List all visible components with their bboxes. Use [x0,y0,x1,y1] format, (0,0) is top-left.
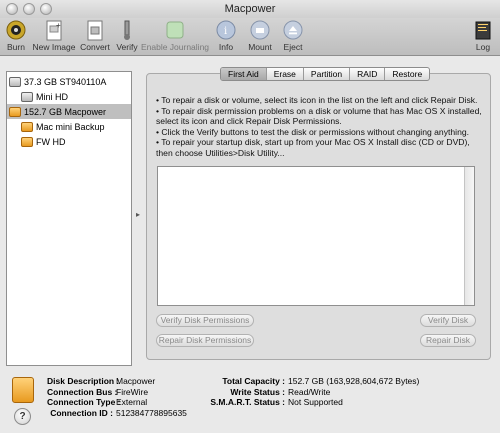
volume-item-label: Mini HD [36,91,69,102]
info-row: Connection Bus : FireWire [47,387,187,398]
instruction-line: • To repair disk permission problems on … [156,105,482,127]
log-label: Log [475,42,491,52]
burn-button[interactable]: Burn [2,19,30,52]
new-image-icon: + [43,19,65,41]
volume-item-fw-hd[interactable]: FW HD [7,134,131,149]
disk-item-st940110a[interactable]: 37.3 GB ST940110A [7,74,131,89]
info-label: Connection Type : [47,397,121,407]
splitter-handle-icon[interactable]: ▸ [136,210,140,219]
mount-button[interactable]: Mount [247,19,273,52]
info-label: Connection ID : [50,407,113,418]
disk-info-right: Total Capacity : 152.7 GB (163,928,604,6… [197,376,419,408]
mount-icon [249,19,271,41]
instruction-line: • To repair a disk or volume, select its… [156,95,478,105]
log-scrollbar[interactable] [464,167,474,305]
burn-icon [5,19,27,41]
info-value: 512384778895635 [116,407,187,418]
log-icon [472,19,494,41]
volume-icon [21,91,33,102]
info-value: External [116,397,148,407]
info-row: Write Status : Read/Write [197,387,419,398]
window-title: Macpower [224,3,276,15]
disk-item-label: 37.3 GB ST940110A [24,76,107,87]
verify-disk-permissions-button[interactable]: Verify Disk Permissions [156,314,254,327]
tab-restore[interactable]: Restore [385,68,429,80]
info-label: Connection Bus : [47,386,118,397]
enable-journaling-label: Enable Journaling [140,42,210,52]
new-image-button[interactable]: + New Image [32,19,76,52]
verify-label: Verify [116,42,138,52]
disk-utility-window: Macpower Burn + New Image Convert Verify [0,0,500,433]
new-image-label: New Image [32,42,76,52]
mount-label: Mount [248,42,272,52]
svg-text:+: + [56,21,61,30]
verify-icon [116,19,138,41]
disk-list[interactable]: 37.3 GB ST940110A Mini HD 152.7 GB Macpo… [6,71,132,366]
info-value: FireWire [116,386,149,397]
info-label: Disk Description : [47,376,120,386]
info-label: Info [218,42,234,52]
info-value: 152.7 GB (163,928,604,672 Bytes) [288,376,420,386]
volume-item-label: FW HD [36,136,66,147]
info-row: Connection Type : External [47,397,187,408]
internal-disk-icon [9,76,21,87]
info-value: Macpower [116,376,156,386]
instruction-line: • Click the Verify buttons to test the d… [156,126,470,137]
info-icon: i [215,19,237,41]
selected-disk-icon [12,377,34,403]
firewire-disk-icon [9,106,21,117]
info-value: Read/Write [288,386,331,397]
burn-label: Burn [7,42,25,52]
verify-disk-button[interactable]: Verify Disk [420,314,476,327]
toolbar: Burn + New Image Convert Verify Enable J… [0,18,500,56]
volume-item-mini-hd[interactable]: Mini HD [7,89,131,104]
tab-first-aid[interactable]: First Aid [221,68,267,80]
disk-item-macpower[interactable]: 152.7 GB Macpower [7,104,131,119]
svg-text:i: i [224,26,227,37]
tab-raid[interactable]: RAID [350,68,386,80]
tab-partition[interactable]: Partition [304,68,351,80]
journaling-icon [164,19,186,41]
convert-button[interactable]: Convert [80,19,110,52]
first-aid-log[interactable] [157,166,475,306]
info-label: Write Status : [230,386,285,397]
enable-journaling-button[interactable]: Enable Journaling [140,19,210,52]
first-aid-instructions: • To repair a disk or volume, select its… [156,95,486,158]
info-row: S.M.A.R.T. Status : Not Supported [197,397,419,408]
volume-item-mac-mini-backup[interactable]: Mac mini Backup [7,119,131,134]
tab-erase[interactable]: Erase [267,68,304,80]
log-button[interactable]: Log [472,19,494,52]
title-bar: Macpower [0,0,500,18]
help-button[interactable]: ? [14,408,31,425]
info-row: Connection ID : 512384778895635 [47,408,187,419]
disk-info-left: Disk Description : Macpower Connection B… [47,376,187,418]
firewire-volume-icon [21,121,33,132]
info-row: Total Capacity : 152.7 GB (163,928,604,6… [197,376,419,387]
volume-item-label: Mac mini Backup [36,121,105,132]
repair-disk-permissions-button[interactable]: Repair Disk Permissions [156,334,254,347]
convert-label: Convert [80,42,110,52]
eject-icon [282,19,304,41]
eject-label: Eject [283,42,303,52]
verify-button[interactable]: Verify [114,19,140,52]
info-label: Total Capacity : [222,376,285,386]
info-value: Not Supported [288,397,343,407]
eject-button[interactable]: Eject [282,19,304,52]
convert-icon [84,19,106,41]
info-button[interactable]: i Info [216,19,236,52]
firewire-volume-icon [21,136,33,147]
info-label: S.M.A.R.T. Status : [210,397,285,407]
disk-item-label: 152.7 GB Macpower [24,106,107,117]
info-row: Disk Description : Macpower [47,376,187,387]
repair-disk-button[interactable]: Repair Disk [420,334,476,347]
instruction-line: • To repair your startup disk, start up … [156,137,470,158]
tab-bar: First Aid Erase Partition RAID Restore [220,67,431,81]
